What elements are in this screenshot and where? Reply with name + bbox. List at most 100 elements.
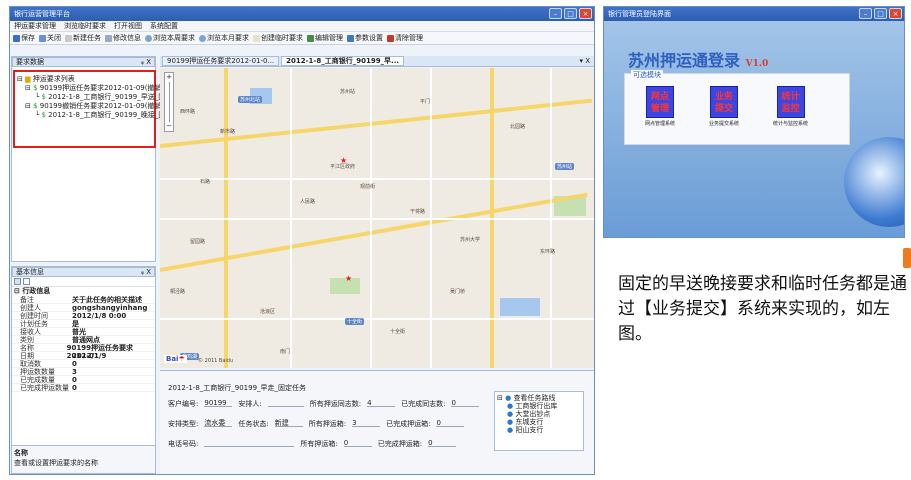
property-row[interactable]: 接收人 普光 bbox=[12, 328, 155, 336]
module-group-label: 可选模块 bbox=[631, 70, 663, 80]
map-label: 苏州站 bbox=[340, 89, 356, 95]
edit-manage-button[interactable]: 编辑管理 bbox=[307, 33, 343, 43]
property-row[interactable]: 类别 普通网点 bbox=[12, 336, 155, 344]
property-row[interactable]: 日期 2012/1/9 bbox=[12, 352, 155, 360]
total-box-field[interactable]: 3 bbox=[352, 419, 381, 427]
property-row[interactable]: 名称 90199押运任务要求2012-01 bbox=[12, 344, 155, 360]
arrange-type-field[interactable]: 流水委 bbox=[204, 419, 233, 427]
map-poi-badge[interactable]: 苏州北站 bbox=[238, 96, 263, 103]
edit-info-button[interactable]: 修改信息 bbox=[105, 33, 141, 43]
route-item[interactable]: ● 工商银行出库 bbox=[497, 402, 581, 410]
minimize-button[interactable]: – bbox=[859, 8, 872, 19]
branch-management-button[interactable]: 网点管理 bbox=[646, 86, 674, 118]
map-poi-badge[interactable]: 苏州站 bbox=[555, 163, 575, 170]
tab-request[interactable]: 90199押运任务要求2012-01-0... bbox=[162, 56, 280, 66]
tree-item[interactable]: └ $ 2012-1-8_工商银行_90199_早送_固定任务 bbox=[17, 93, 186, 102]
description-text: 查看或设置押运要求的名称 bbox=[14, 459, 98, 467]
tree-item[interactable]: ⊟ $ 90199撤销任务要求2012-01-09(撤销) bbox=[17, 102, 164, 111]
property-row[interactable]: 计划任务是 bbox=[12, 320, 155, 328]
minimize-button[interactable]: – bbox=[549, 8, 562, 19]
week-requests-button[interactable]: 浏览本周要求 bbox=[145, 33, 195, 43]
property-row[interactable]: 已完成押运数量 0 bbox=[12, 384, 155, 392]
search-icon bbox=[199, 34, 206, 42]
property-row[interactable]: 取消数 0 bbox=[12, 360, 155, 368]
total-staff-field[interactable]: 4 bbox=[367, 399, 396, 407]
property-row[interactable]: 创建人 gongshangyinhang bbox=[12, 304, 155, 312]
phone-field[interactable] bbox=[204, 439, 295, 447]
zoom-in-icon[interactable]: + bbox=[165, 73, 173, 82]
document-tabs: 90199押运任务要求2012-01-0... 2012-1-8_工商银行_90… bbox=[160, 56, 594, 67]
tab-task[interactable]: 2012-1-8_工商银行_90199_早... bbox=[281, 56, 405, 66]
map-label: 观前街 bbox=[360, 184, 376, 190]
close-button[interactable]: × bbox=[579, 8, 592, 19]
gear-icon bbox=[347, 34, 354, 42]
tree-item[interactable]: ⊟ $ 90199押运任务要求2012-01-09(撤销) bbox=[17, 84, 164, 93]
done-staff-field[interactable]: 0 bbox=[451, 399, 480, 407]
property-description: 名称 查看或设置押运要求的名称 bbox=[12, 445, 155, 473]
zoom-out-icon[interactable]: − bbox=[165, 122, 173, 131]
pin-icon[interactable]: ᵩ X bbox=[141, 58, 151, 67]
tree-pane-header: 要求数据 ᵩ X bbox=[12, 57, 155, 67]
grid-icon bbox=[307, 34, 314, 42]
customer-id-field[interactable]: 90199 bbox=[204, 399, 233, 407]
tree-item[interactable]: └ $ 2012-1-8_工商银行_90199_晚接_固定任务 bbox=[17, 111, 186, 120]
sort-category-icon[interactable] bbox=[14, 278, 21, 285]
maximize-button[interactable]: □ bbox=[564, 8, 577, 19]
map-label: 苏州大学 bbox=[460, 237, 481, 243]
close-doc-button[interactable]: 关闭 bbox=[39, 33, 61, 43]
map-marker-icon[interactable]: ★ bbox=[345, 274, 352, 283]
menu-item-requests[interactable]: 押运要求管理 bbox=[14, 21, 56, 31]
baidu-logo: Bai☂ bbox=[164, 355, 187, 363]
save-icon bbox=[13, 34, 20, 42]
search-icon bbox=[145, 34, 152, 42]
total-box-field-2[interactable]: 0 bbox=[343, 439, 372, 447]
menu-item-temp[interactable]: 浏览临时要求 bbox=[64, 21, 106, 31]
sort-alpha-icon[interactable] bbox=[23, 278, 30, 285]
new-task-button[interactable]: 新建任务 bbox=[65, 33, 101, 43]
map-poi-badge[interactable]: 十全街 bbox=[345, 318, 365, 325]
done-box-field[interactable]: 0 bbox=[436, 419, 465, 427]
menu-item-config[interactable]: 系统配置 bbox=[150, 21, 178, 31]
done-box-field-2[interactable]: 0 bbox=[428, 439, 457, 447]
login-globe bbox=[844, 137, 904, 227]
doc-icon bbox=[253, 34, 260, 42]
window-title: 银行运营管理平台 bbox=[14, 10, 70, 18]
month-requests-button[interactable]: 浏览本月要求 bbox=[199, 33, 249, 43]
statistics-monitor-button[interactable]: 统计监控 bbox=[776, 86, 805, 118]
map-label: 南门 bbox=[280, 349, 291, 355]
map-label: 北园路 bbox=[510, 124, 526, 130]
map-street bbox=[290, 68, 292, 368]
map-label: 平门 bbox=[420, 99, 431, 105]
property-row[interactable]: 已完成数量 0 bbox=[12, 376, 155, 384]
create-temp-button[interactable]: 创建临时要求 bbox=[253, 33, 303, 43]
route-item[interactable]: ● 东城支行 bbox=[497, 418, 581, 426]
close-button[interactable]: × bbox=[889, 8, 902, 19]
login-window: 银行管理员登陆界面 – □ × 苏州押运通登录 V1.0 可选模块 网点管理 网… bbox=[603, 6, 905, 238]
maximize-button[interactable]: □ bbox=[874, 8, 887, 19]
tab-close-button[interactable]: ▾ X bbox=[579, 56, 594, 66]
map-view[interactable]: 西环路 平江区政府 苏州大学 人民路 干将路 石路 观前街 苏州站 沧浪区 十全… bbox=[160, 68, 594, 368]
request-tree: ⊟ ▆ 押运要求列表 ⊟ $ 90199押运任务要求2012-01-09(撤销)… bbox=[13, 70, 186, 148]
property-row[interactable]: 创建时间 2012/1/8 0:00 bbox=[12, 312, 155, 320]
map-label: 西环路 bbox=[180, 109, 196, 115]
property-row[interactable]: 押运数数量 3 bbox=[12, 368, 155, 376]
menu-item-view[interactable]: 打开视图 bbox=[114, 21, 142, 31]
save-button[interactable]: 保存 bbox=[13, 33, 35, 43]
close-icon bbox=[39, 34, 46, 42]
route-root[interactable]: ⊟ ● 查看任务路线 bbox=[497, 394, 581, 402]
params-button[interactable]: 参数设置 bbox=[347, 33, 383, 43]
pin-icon[interactable]: ᵩ X bbox=[141, 268, 151, 277]
branch-management-caption: 网点管理系统 bbox=[645, 121, 676, 127]
route-item[interactable]: ● 阳山支行 bbox=[497, 426, 581, 434]
map-marker-icon[interactable]: ★ bbox=[340, 156, 347, 165]
business-submit-button[interactable]: 业务提交 bbox=[710, 86, 739, 118]
arranger-field[interactable] bbox=[267, 399, 304, 407]
clear-button[interactable]: 清除管理 bbox=[387, 33, 423, 43]
map-zoom-control[interactable]: + − bbox=[164, 72, 174, 132]
task-status-field[interactable]: 新建 bbox=[274, 419, 303, 427]
new-icon bbox=[65, 34, 72, 42]
property-row[interactable]: 备注 关于此任务的相关描述 bbox=[12, 296, 155, 304]
route-item[interactable]: ● 大堂出钞点 bbox=[497, 410, 581, 418]
tree-root[interactable]: ⊟ ▆ 押运要求列表 bbox=[17, 75, 152, 84]
map-street bbox=[160, 318, 594, 320]
